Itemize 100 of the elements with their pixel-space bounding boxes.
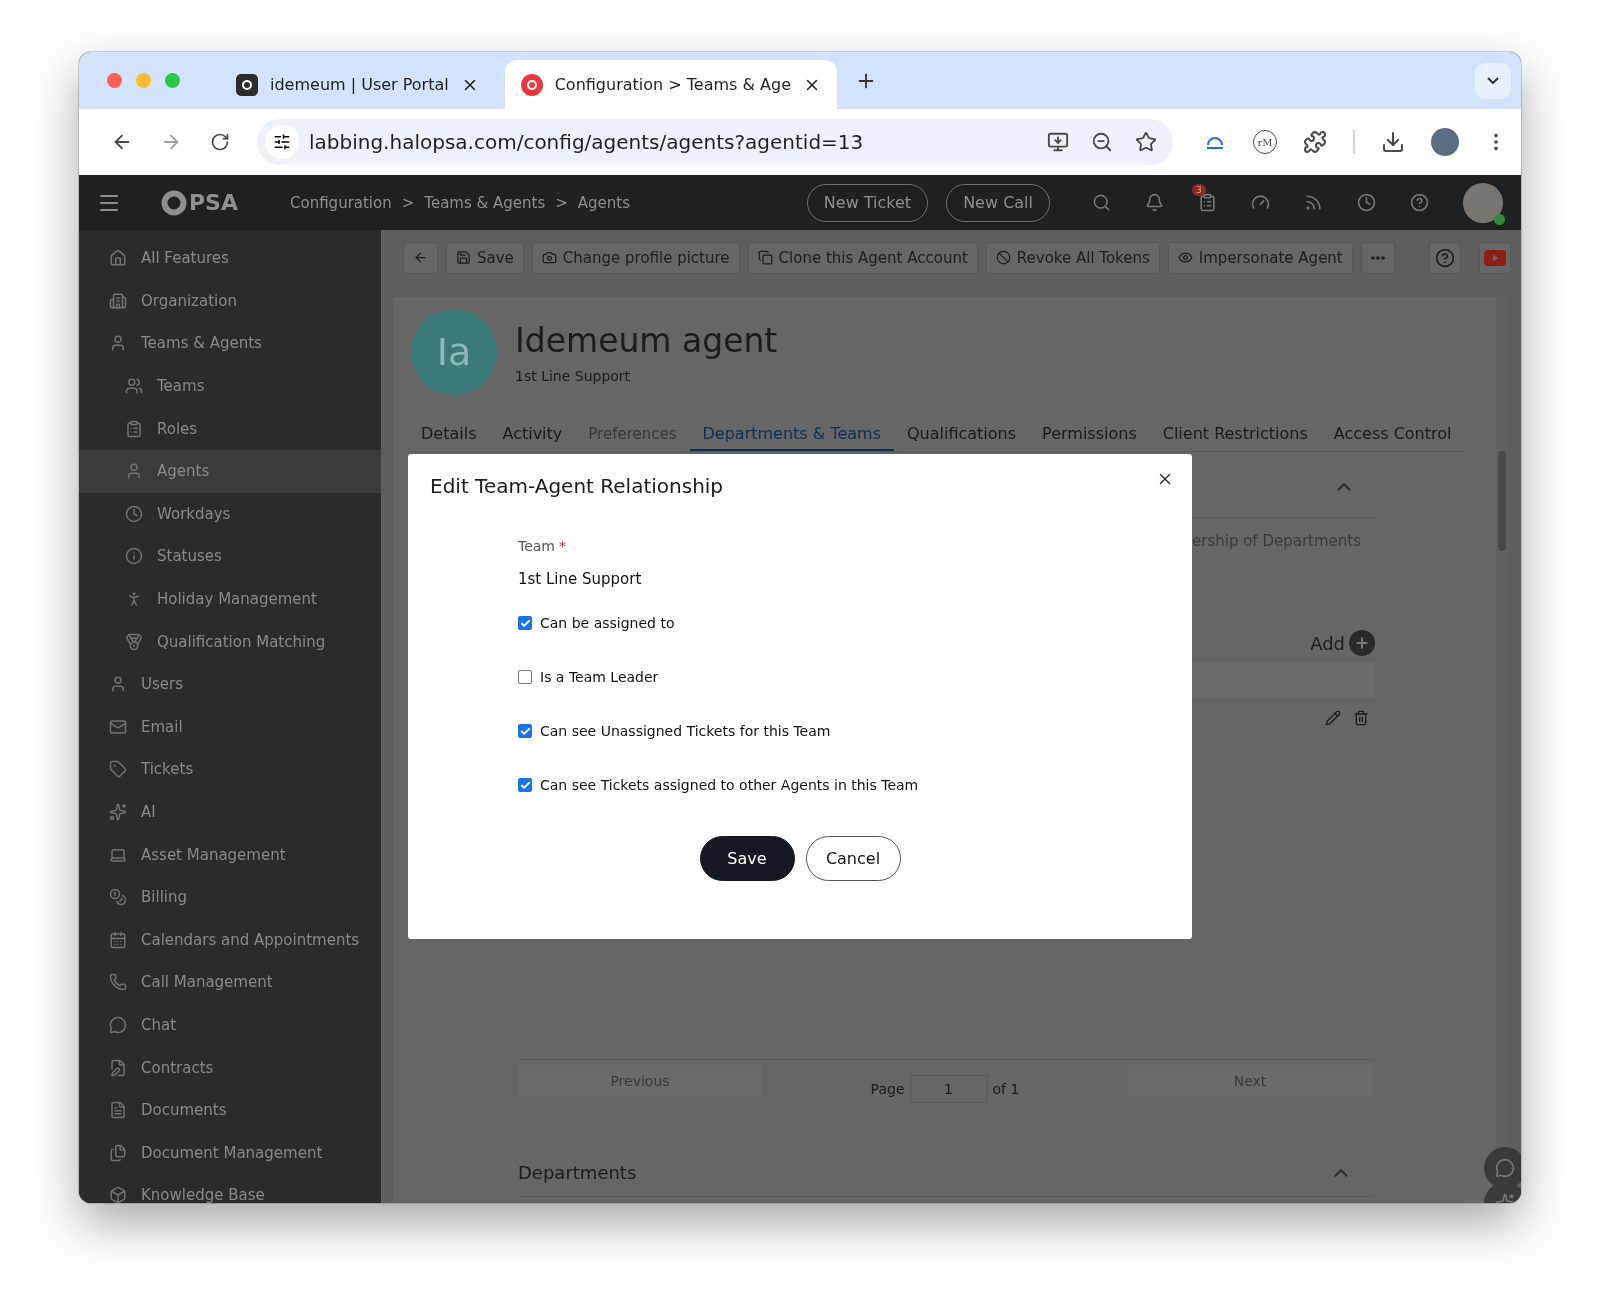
breadcrumb-link[interactable]: Configuration bbox=[290, 193, 392, 212]
chat-bubble-icon bbox=[109, 1016, 127, 1034]
sidebar-item[interactable]: Qualification Matching bbox=[79, 620, 381, 663]
help-button[interactable] bbox=[1429, 241, 1461, 274]
play-icon bbox=[1484, 249, 1506, 266]
medal-icon bbox=[125, 632, 143, 651]
user-avatar[interactable] bbox=[1463, 182, 1503, 223]
documents-icon bbox=[109, 1143, 127, 1162]
browser-tab[interactable]: idemeum | User Portal bbox=[220, 60, 495, 109]
checkbox-label: Can be assigned to bbox=[540, 615, 675, 631]
clipboard-icon[interactable] bbox=[1198, 193, 1217, 212]
toolbar-button[interactable]: Change profile picture bbox=[531, 241, 740, 274]
add-button[interactable] bbox=[1349, 630, 1375, 656]
sidebar-item[interactable]: Agents bbox=[79, 449, 381, 493]
address-bar[interactable]: labbing.halopsa.com/config/agents/agents?agentid=13 bbox=[257, 119, 1173, 165]
logo-ring-icon bbox=[161, 189, 187, 216]
toolbar-button[interactable]: Revoke All Tokens bbox=[985, 241, 1160, 274]
profile-avatar[interactable] bbox=[1431, 128, 1459, 156]
people-icon bbox=[125, 377, 143, 396]
bell-icon[interactable] bbox=[1145, 193, 1164, 212]
building-icon bbox=[109, 291, 127, 310]
sidebar-item[interactable]: Call Management bbox=[79, 961, 381, 1004]
sidebar-item[interactable]: Documents bbox=[79, 1088, 381, 1132]
tab[interactable]: Permissions bbox=[1029, 424, 1150, 451]
reload-icon[interactable] bbox=[210, 132, 231, 152]
checkbox-label: Is a Team Leader bbox=[540, 669, 659, 685]
tab[interactable]: Activity bbox=[489, 424, 576, 451]
sidebar-item[interactable]: Teams bbox=[79, 364, 381, 408]
sidebar-item[interactable]: Users bbox=[79, 662, 381, 706]
profile-avatar[interactable]: Ia bbox=[411, 309, 497, 395]
field-value: 1st Line Support bbox=[518, 570, 643, 588]
download-icon[interactable] bbox=[1381, 130, 1405, 154]
checkbox[interactable] bbox=[518, 616, 532, 630]
sidebar-item[interactable]: Email bbox=[79, 705, 381, 749]
sidebar-item[interactable]: Chat bbox=[79, 1003, 381, 1047]
tab[interactable]: Qualifications bbox=[894, 424, 1030, 451]
save-button[interactable]: Save bbox=[699, 836, 795, 881]
checkbox[interactable] bbox=[518, 724, 532, 738]
person-icon bbox=[109, 334, 127, 353]
cancel-button[interactable]: Cancel bbox=[805, 836, 901, 881]
plus-icon bbox=[1354, 635, 1370, 651]
sidebar-item[interactable]: Knowledge Base bbox=[79, 1174, 381, 1203]
toolbar-button[interactable]: Impersonate Agent bbox=[1167, 241, 1353, 274]
checkbox[interactable] bbox=[518, 778, 532, 792]
install-icon[interactable] bbox=[1047, 131, 1069, 153]
tab-title: idemeum | User Portal bbox=[270, 75, 449, 94]
browser-tab[interactable]: Configuration > Teams & Age bbox=[504, 60, 837, 109]
breadcrumb-link[interactable]: Teams & Agents bbox=[424, 193, 546, 212]
bookmark-star-icon[interactable] bbox=[1135, 131, 1157, 153]
breadcrumb-separator: > bbox=[401, 193, 415, 212]
document-pen-icon bbox=[109, 1058, 127, 1077]
clock-icon[interactable] bbox=[1357, 193, 1376, 212]
toolbar-button[interactable]: Clone this Agent Account bbox=[747, 241, 978, 274]
document-icon bbox=[109, 1101, 127, 1120]
sidebar-item[interactable]: Asset Management bbox=[79, 833, 381, 876]
calendar-icon bbox=[109, 930, 127, 949]
sparkles-icon bbox=[109, 803, 127, 821]
rss-icon[interactable] bbox=[1304, 193, 1323, 212]
copy-icon bbox=[757, 250, 773, 265]
help-icon[interactable] bbox=[1410, 193, 1429, 212]
sidebar-item[interactable]: Document Management bbox=[79, 1131, 381, 1175]
sidebar-item[interactable]: Contracts bbox=[79, 1046, 381, 1089]
section-title: Departments bbox=[518, 1162, 637, 1183]
close-window-icon[interactable] bbox=[107, 73, 122, 88]
sidebar-item[interactable]: Tickets bbox=[79, 748, 381, 791]
sidebar-item[interactable]: Workdays bbox=[79, 492, 381, 536]
sidebar-item[interactable]: Roles bbox=[79, 407, 381, 450]
more-button[interactable] bbox=[1360, 241, 1395, 274]
sidebar-item[interactable]: Teams & Agents bbox=[79, 322, 381, 365]
sidebar-item[interactable]: Billing bbox=[79, 875, 381, 919]
tab[interactable]: Departments & Teams bbox=[689, 424, 894, 451]
sidebar-item[interactable]: Calendars and Appointments bbox=[79, 918, 381, 962]
checkbox-label: Can see Tickets assigned to other Agents in this Team bbox=[540, 777, 919, 793]
sidebar-item[interactable]: Statuses bbox=[79, 535, 381, 578]
edit-icon[interactable] bbox=[1325, 710, 1341, 726]
site-settings-button[interactable] bbox=[265, 125, 299, 159]
add-label[interactable]: Add bbox=[1310, 632, 1345, 654]
checkbox[interactable] bbox=[518, 670, 532, 684]
extensions-icon[interactable] bbox=[1303, 130, 1327, 154]
gauge-icon[interactable] bbox=[1251, 193, 1270, 212]
sidebar-item[interactable]: AI bbox=[79, 790, 381, 834]
search-icon[interactable] bbox=[1092, 193, 1111, 212]
page-input[interactable]: 1 bbox=[909, 1075, 988, 1103]
eye-icon bbox=[1177, 250, 1193, 265]
tab-list-button[interactable] bbox=[1475, 62, 1511, 99]
breadcrumb-link[interactable]: Agents bbox=[577, 193, 631, 212]
toolbar-button[interactable]: Save bbox=[446, 241, 524, 274]
back-button[interactable] bbox=[403, 241, 438, 274]
tab[interactable]: Client Restrictions bbox=[1149, 424, 1321, 451]
house-icon bbox=[109, 249, 127, 268]
tab[interactable]: Access Control bbox=[1320, 424, 1465, 451]
page-label: Page bbox=[870, 1081, 905, 1097]
sidebar-item[interactable]: All Features bbox=[79, 237, 381, 280]
zoom-icon[interactable] bbox=[1091, 131, 1113, 153]
info-icon bbox=[125, 547, 143, 566]
tab[interactable]: Details bbox=[408, 424, 490, 451]
sidebar-item[interactable]: Organization bbox=[79, 279, 381, 323]
sidebar-item[interactable]: Holiday Management bbox=[79, 577, 381, 621]
notification-badge: 3 bbox=[1192, 184, 1206, 196]
delete-icon[interactable] bbox=[1353, 710, 1369, 726]
